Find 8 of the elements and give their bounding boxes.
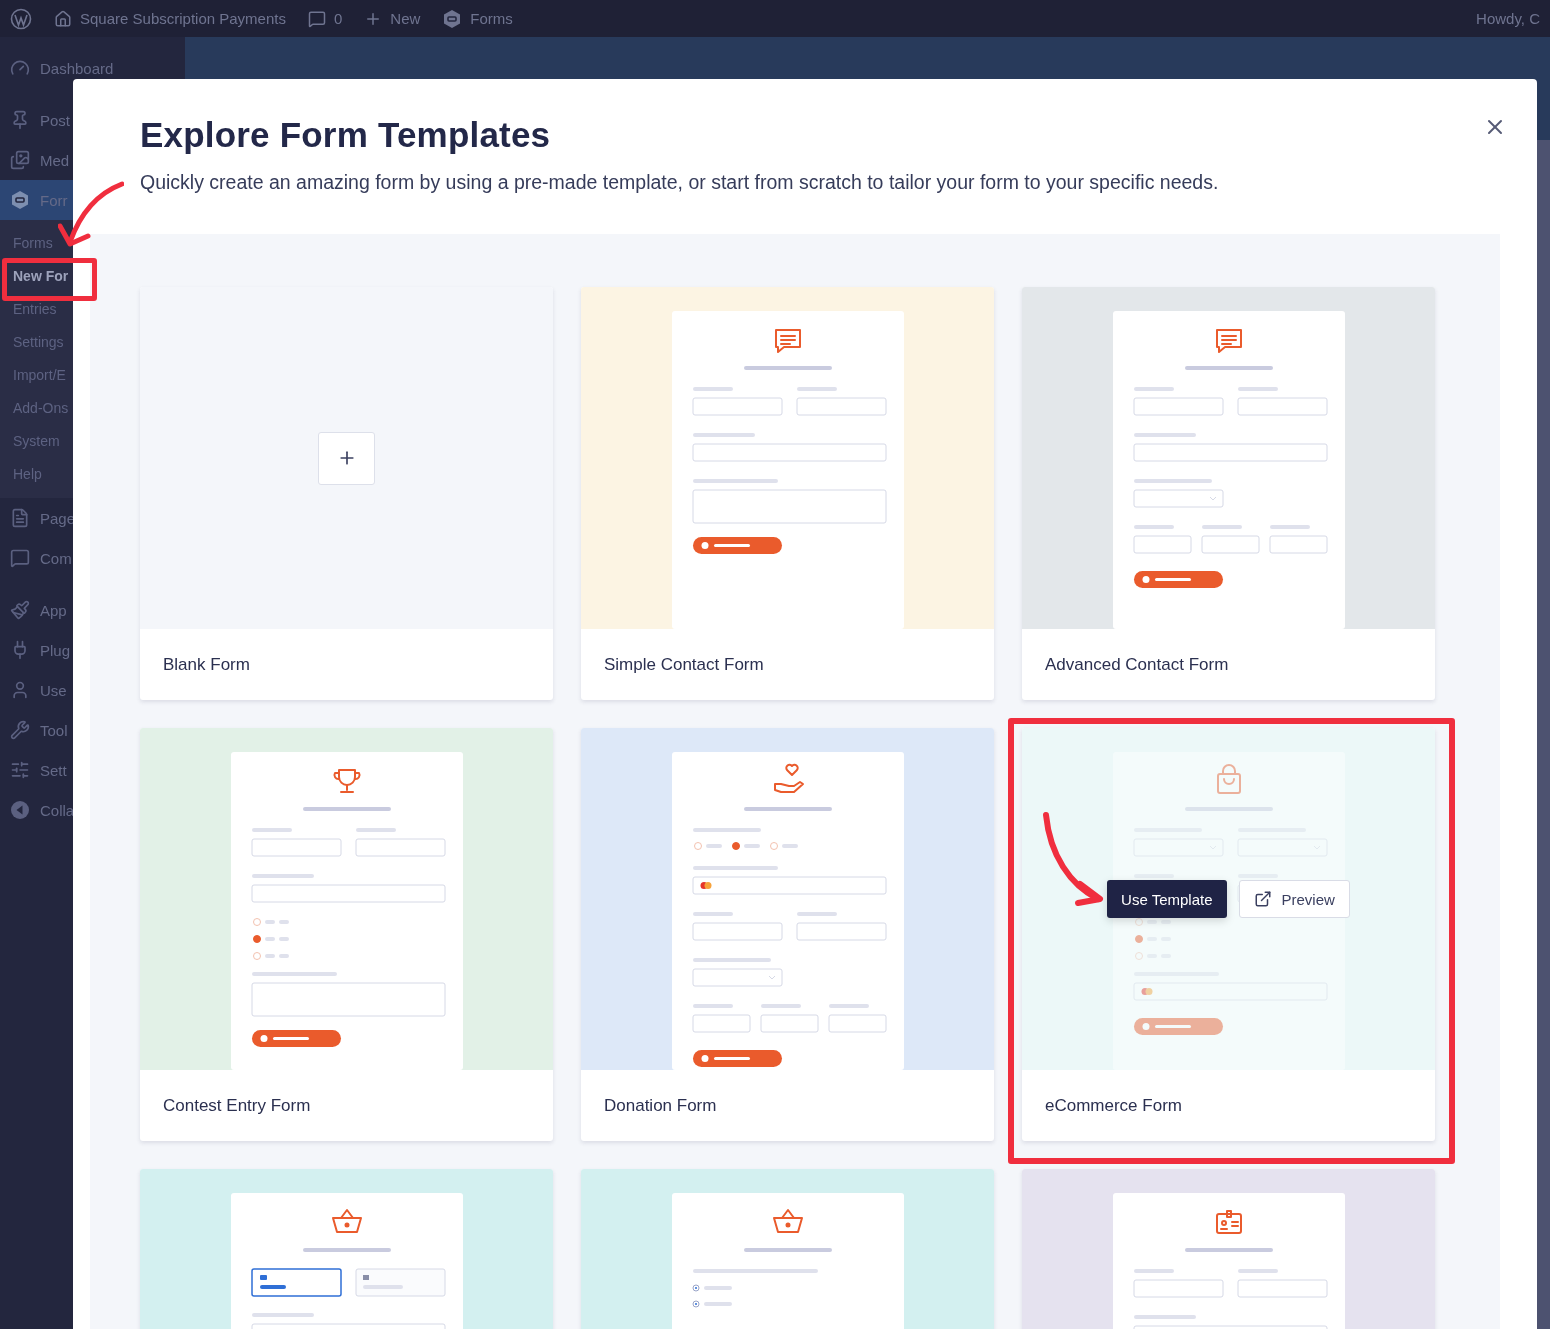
template-title: Simple Contact Form (604, 654, 764, 675)
template-title: eCommerce Form (1045, 1095, 1182, 1116)
template-title: Contest Entry Form (163, 1095, 311, 1116)
modal-subtitle: Quickly create an amazing form by using a pre-made template, or start from scratch to tailor your form to your specific needs. (140, 171, 1220, 194)
modal-title: Explore Form Templates (140, 115, 552, 155)
template-title: Blank Form (163, 654, 250, 675)
template-title: Advanced Contact Form (1045, 654, 1229, 675)
template-title: Donation Form (604, 1095, 717, 1116)
